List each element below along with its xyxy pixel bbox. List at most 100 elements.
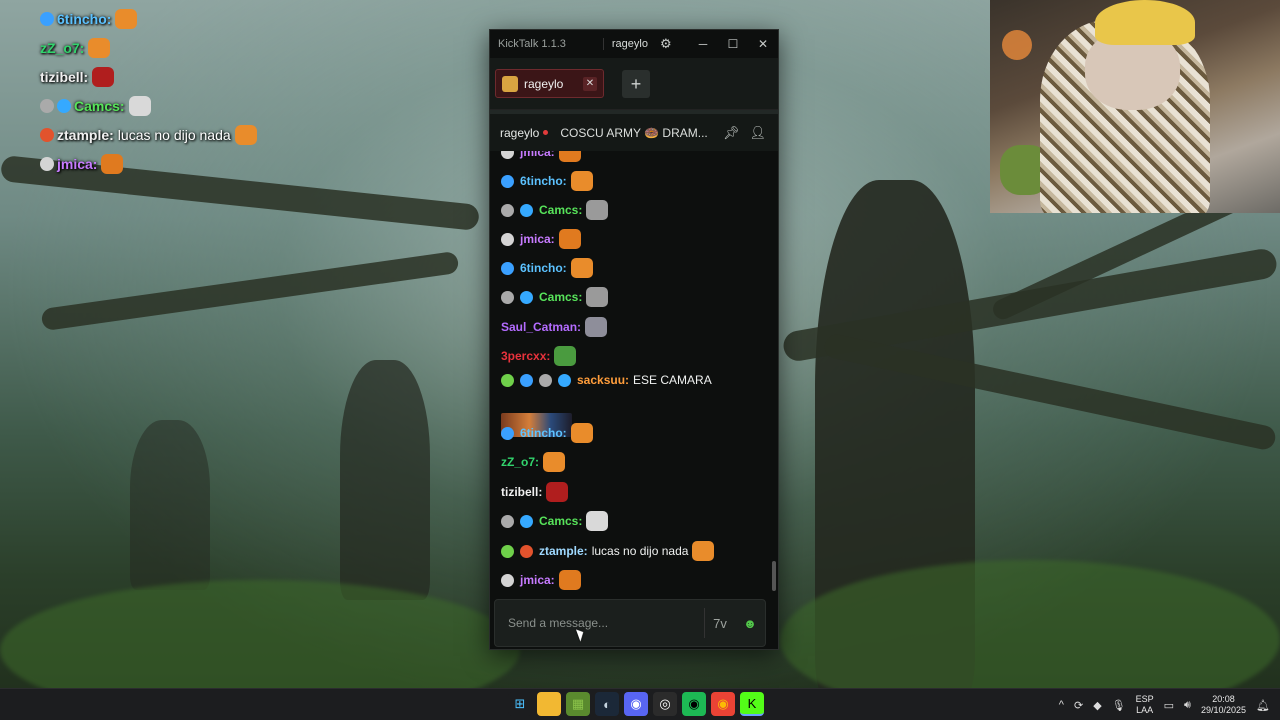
chat-message[interactable]: jmica:	[501, 570, 581, 590]
file-explorer-icon[interactable]: ▬	[537, 692, 561, 716]
user-badge-icon	[501, 573, 514, 587]
steam-icon[interactable]: ◐	[595, 692, 619, 716]
tab-rageylo[interactable]: rageylo ✕	[495, 69, 604, 98]
close-button[interactable]: ✕	[748, 37, 778, 51]
user-badge-icon	[40, 156, 54, 171]
chat-message[interactable]: ztample: lucas no dijo nada	[501, 541, 715, 561]
current-user[interactable]: rageylo	[602, 38, 648, 50]
user-badge-icon	[558, 373, 571, 387]
security-icon[interactable]: ◆	[1093, 699, 1101, 712]
chat-username[interactable]: zZ_o7:	[501, 455, 539, 469]
emote-icon	[570, 258, 593, 278]
kick-icon[interactable]: K	[740, 692, 764, 716]
emote-icon	[558, 151, 581, 162]
chat-message[interactable]: jmica:	[501, 151, 581, 162]
stream-chat-overlay: 6tincho: zZ_o7: tizibell: Camcs: ztample: luc…	[40, 4, 257, 178]
emote-icon	[570, 423, 593, 443]
emote-icon	[692, 541, 715, 561]
tab-label: rageylo	[524, 76, 564, 91]
overlay-chat-line: 6tincho:	[40, 4, 257, 33]
minimize-button[interactable]: ─	[688, 37, 718, 51]
chat-username[interactable]: jmica:	[520, 151, 555, 159]
chat-username[interactable]: 3percxx:	[501, 349, 550, 363]
chat-username[interactable]: Camcs:	[539, 290, 582, 304]
translate-icon[interactable]: 7v	[705, 616, 735, 631]
user-badge-icon	[520, 373, 533, 387]
chat-message[interactable]: jmica:	[501, 229, 581, 249]
chat-username[interactable]: 6tincho:	[520, 426, 567, 440]
notifications-icon[interactable]: 🔔︎	[1256, 699, 1270, 712]
chat-message[interactable]: 6tincho:	[501, 423, 593, 443]
emote-icon	[234, 124, 257, 145]
chat-message[interactable]: 6tincho:	[501, 258, 593, 278]
emote-icon	[128, 95, 151, 116]
pin-icon[interactable]: 📌︎	[723, 125, 740, 141]
user-badge-icon	[501, 174, 514, 188]
overlay-chat-line: ztample: lucas no dijo nada	[40, 120, 257, 149]
clock[interactable]: 20:08 29/10/2025	[1201, 694, 1246, 716]
chat-username[interactable]: Saul_Catman:	[501, 320, 581, 334]
windows-start-icon[interactable]: ⊞	[508, 692, 532, 716]
chat-message[interactable]: 3percxx:	[501, 346, 577, 366]
message-input[interactable]: Send a message...	[508, 616, 704, 630]
show-hidden-icons-chevron-icon[interactable]: ^	[1059, 699, 1064, 711]
chat-username[interactable]: sacksuu:	[577, 373, 629, 387]
sync-icon[interactable]: ⟳	[1074, 699, 1083, 712]
obs-icon[interactable]: ◎	[653, 692, 677, 716]
chat-message-text: lucas no dijo nada	[591, 544, 689, 558]
chat-message[interactable]: Camcs:	[501, 287, 609, 307]
chat-message[interactable]: Camcs:	[501, 200, 609, 220]
chat-message[interactable]: tizibell:	[501, 482, 569, 502]
stream-title: COSCU ARMY 🍩 DRAM...	[560, 125, 708, 140]
channel-name: rageylo	[500, 125, 540, 140]
emote-icon	[554, 346, 577, 366]
scrollbar-thumb[interactable]	[772, 561, 776, 591]
add-tab-button[interactable]: +	[622, 69, 650, 98]
user-badge-icon	[501, 290, 514, 304]
language-indicator[interactable]: ESP LAA	[1136, 694, 1154, 716]
title-bar: KickTalk 1.1.3 rageylo ⚙ ─ ☐ ✕	[490, 30, 778, 58]
chat-message[interactable]: Saul_Catman:	[501, 317, 608, 337]
chat-messages[interactable]: jmica: 6tincho: Camcs: jmica: 6tincho: Camcs:…	[490, 151, 778, 595]
overlay-message: lucas no dijo nada	[117, 126, 231, 143]
chat-message[interactable]: 6tincho:	[501, 171, 593, 191]
app-title: KickTalk 1.1.3	[498, 38, 566, 50]
emote-icon	[543, 452, 566, 472]
user-badge-icon	[520, 514, 533, 528]
chat-message[interactable]: Camcs:	[501, 511, 609, 531]
emote-picker-icon[interactable]: ☻	[735, 616, 765, 631]
live-indicator-icon	[543, 130, 549, 135]
discord-icon[interactable]: ◉	[624, 692, 648, 716]
network-icon[interactable]: ▭	[1164, 699, 1174, 712]
chat-username[interactable]: tizibell:	[501, 485, 542, 499]
user-badge-icon	[520, 290, 533, 304]
user-badge-icon	[539, 373, 552, 387]
chat-message[interactable]: sacksuu: ESE CAMARA	[501, 373, 712, 387]
spotify-icon[interactable]: ◉	[682, 692, 706, 716]
minecraft-icon[interactable]: ▦	[566, 692, 590, 716]
chat-username[interactable]: Camcs:	[539, 514, 582, 528]
chat-username[interactable]: jmica:	[520, 232, 555, 246]
overlay-username: zZ_o7:	[40, 39, 85, 56]
close-tab-icon[interactable]: ✕	[583, 76, 597, 91]
chat-username[interactable]: Camcs:	[539, 203, 582, 217]
chat-username[interactable]: 6tincho:	[520, 261, 567, 275]
volume-icon[interactable]: 🔊︎	[1184, 699, 1191, 712]
settings-gear-icon[interactable]: ⚙	[660, 36, 672, 52]
overlay-username: Camcs:	[74, 97, 125, 114]
emote-icon	[570, 171, 593, 191]
user-badge-icon	[520, 544, 533, 558]
chat-message[interactable]: zZ_o7:	[501, 452, 566, 472]
emote-icon	[558, 229, 581, 249]
maximize-button[interactable]: ☐	[718, 37, 748, 51]
user-badge-icon	[501, 373, 514, 387]
chat-username[interactable]: jmica:	[520, 573, 555, 587]
chat-username[interactable]: ztample:	[539, 544, 588, 558]
chrome-icon[interactable]: ◉	[711, 692, 735, 716]
emote-icon	[558, 570, 581, 590]
user-badge-icon	[501, 232, 514, 246]
overlay-username: jmica:	[57, 155, 98, 172]
user-icon[interactable]: 👤︎	[749, 125, 766, 141]
microphone-icon[interactable]: 🎙︎	[1112, 699, 1126, 712]
chat-username[interactable]: 6tincho:	[520, 174, 567, 188]
